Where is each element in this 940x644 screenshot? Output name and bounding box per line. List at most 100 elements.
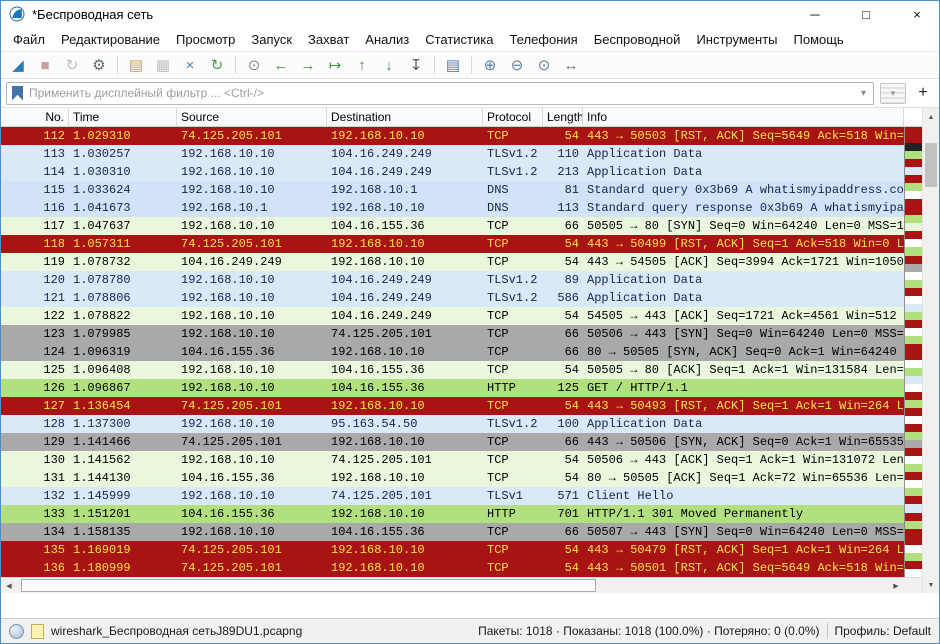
filter-dropdown-icon[interactable]: ▾ [859, 88, 868, 99]
scroll-right-button[interactable]: ▶ [888, 578, 904, 593]
restart-capture-button[interactable]: ↻ [59, 53, 85, 77]
colorize-button[interactable]: ▤ [440, 53, 466, 77]
packet-row[interactable]: 1311.144130104.16.155.36192.168.10.10TCP… [1, 469, 904, 487]
first-packet-button[interactable]: ↑ [349, 53, 375, 77]
menu-view[interactable]: Просмотр [168, 29, 243, 50]
close-file-button[interactable]: × [177, 53, 203, 77]
cell-source: 74.125.205.101 [177, 397, 327, 415]
packet-row[interactable]: 1131.030257192.168.10.10104.16.249.249TL… [1, 145, 904, 163]
start-capture-button[interactable]: ◢ [5, 53, 31, 77]
scroll-left-button[interactable]: ◀ [1, 578, 17, 593]
menu-wireless[interactable]: Беспроводной [586, 29, 689, 50]
cell-info: 443 → 50501 [RST, ACK] Seq=5649 Ack=518 … [583, 559, 904, 577]
auto-scroll-button[interactable]: ↧ [403, 53, 429, 77]
horizontal-scroll-thumb[interactable] [21, 579, 596, 592]
go-to-packet-icon: ↦ [329, 58, 342, 73]
column-header-destination[interactable]: Destination [327, 108, 483, 126]
expert-information-icon[interactable] [9, 624, 24, 639]
horizontal-scrollbar[interactable]: ◀ ▶ [1, 577, 904, 593]
vertical-scrollbar[interactable] [922, 127, 939, 577]
zoom-original-button[interactable]: ⊙ [531, 53, 557, 77]
scroll-down-button[interactable]: ▼ [922, 577, 939, 593]
open-file-button[interactable]: ▤ [123, 53, 149, 77]
filter-expression-button[interactable]: ▾ [880, 83, 906, 104]
packet-row[interactable]: 1271.13645474.125.205.101192.168.10.10TC… [1, 397, 904, 415]
reload-file-icon: ↻ [211, 58, 224, 73]
menu-help[interactable]: Помощь [786, 29, 852, 50]
add-filter-button[interactable]: + [912, 82, 934, 104]
packet-row[interactable]: 1171.047637192.168.10.10104.16.155.36TCP… [1, 217, 904, 235]
packet-row[interactable]: 1281.137300192.168.10.1095.163.54.50TLSv… [1, 415, 904, 433]
packet-row[interactable]: 1361.18099974.125.205.101192.168.10.10TC… [1, 559, 904, 577]
close-button[interactable]: × [895, 1, 939, 27]
packet-row[interactable]: 1151.033624192.168.10.10192.168.10.1DNS8… [1, 181, 904, 199]
menu-file[interactable]: Файл [5, 29, 53, 50]
reload-file-button[interactable]: ↻ [204, 53, 230, 77]
menu-telephony[interactable]: Телефония [501, 29, 585, 50]
cell-no: 117 [1, 217, 69, 235]
menu-tools[interactable]: Инструменты [688, 29, 785, 50]
packet-row[interactable]: 1241.096319104.16.155.36192.168.10.10TCP… [1, 343, 904, 361]
packet-row[interactable]: 1251.096408192.168.10.10104.16.155.36TCP… [1, 361, 904, 379]
stop-capture-button[interactable]: ■ [32, 53, 58, 77]
packet-list-header: No.TimeSourceDestinationProtocolLengthIn… [1, 108, 904, 127]
window-title: *Беспроводная сеть [32, 7, 153, 22]
cell-protocol: TCP [483, 127, 543, 145]
scroll-up-button[interactable]: ▲ [922, 108, 939, 127]
cell-source: 74.125.205.101 [177, 127, 327, 145]
cell-source: 192.168.10.10 [177, 379, 327, 397]
cell-protocol: TCP [483, 217, 543, 235]
packet-row[interactable]: 1201.078780192.168.10.10104.16.249.249TL… [1, 271, 904, 289]
packet-row[interactable]: 1291.14146674.125.205.101192.168.10.10TC… [1, 433, 904, 451]
column-header-length[interactable]: Length [543, 108, 583, 126]
display-filter-input[interactable] [29, 86, 853, 100]
column-header-source[interactable]: Source [177, 108, 327, 126]
column-header-no[interactable]: No. [1, 108, 69, 126]
zoom-in-button[interactable]: ⊕ [477, 53, 503, 77]
minimap-stripe [905, 272, 922, 280]
last-packet-button[interactable]: ↓ [376, 53, 402, 77]
packet-row[interactable]: 1231.079985192.168.10.1074.125.205.101TC… [1, 325, 904, 343]
go-to-packet-button[interactable]: ↦ [322, 53, 348, 77]
menu-analyze[interactable]: Анализ [357, 29, 417, 50]
column-header-info[interactable]: Info [583, 108, 904, 126]
menu-edit[interactable]: Редактирование [53, 29, 168, 50]
packet-row[interactable]: 1141.030310192.168.10.10104.16.249.249TL… [1, 163, 904, 181]
menu-go[interactable]: Запуск [243, 29, 300, 50]
horizontal-scroll-track[interactable] [17, 578, 888, 593]
minimap-stripe [905, 159, 922, 167]
display-filter-field[interactable]: ▾ [6, 82, 874, 105]
packet-row[interactable]: 1351.16901974.125.205.101192.168.10.10TC… [1, 541, 904, 559]
packet-row[interactable]: 1191.078732104.16.249.249192.168.10.10TC… [1, 253, 904, 271]
zoom-out-button[interactable]: ⊖ [504, 53, 530, 77]
packet-row[interactable]: 1221.078822192.168.10.10104.16.249.249TC… [1, 307, 904, 325]
resize-columns-button[interactable]: ↔ [558, 53, 584, 77]
filter-bookmark-icon[interactable] [12, 86, 23, 101]
packet-row[interactable]: 1211.078806192.168.10.10104.16.249.249TL… [1, 289, 904, 307]
menu-statistics[interactable]: Статистика [417, 29, 501, 50]
packet-row[interactable]: 1181.05731174.125.205.101192.168.10.10TC… [1, 235, 904, 253]
column-header-protocol[interactable]: Protocol [483, 108, 543, 126]
menu-capture[interactable]: Захват [300, 29, 357, 50]
packet-minimap[interactable] [904, 127, 922, 577]
packet-row[interactable]: 1161.041673192.168.10.1192.168.10.10DNS1… [1, 199, 904, 217]
minimap-stripe [905, 127, 922, 135]
packet-row[interactable]: 1121.02931074.125.205.101192.168.10.10TC… [1, 127, 904, 145]
find-packet-button[interactable]: ⊙ [241, 53, 267, 77]
capture-options-button[interactable]: ⚙ [86, 53, 112, 77]
profile-selector[interactable]: Профиль: Default [835, 624, 932, 638]
minimize-button[interactable]: ─ [793, 1, 837, 27]
packet-row[interactable]: 1341.158135192.168.10.10104.16.155.36TCP… [1, 523, 904, 541]
save-file-button[interactable]: ▦ [150, 53, 176, 77]
packet-row[interactable]: 1261.096867192.168.10.10104.16.155.36HTT… [1, 379, 904, 397]
maximize-button[interactable]: □ [844, 1, 888, 27]
packet-row[interactable]: 1321.145999192.168.10.1074.125.205.101TL… [1, 487, 904, 505]
previous-packet-button[interactable]: ← [268, 53, 294, 77]
column-header-time[interactable]: Time [69, 108, 177, 126]
packet-row[interactable]: 1301.141562192.168.10.1074.125.205.101TC… [1, 451, 904, 469]
packet-row[interactable]: 1331.151201104.16.155.36192.168.10.10HTT… [1, 505, 904, 523]
filter-bar: ▾ ▾ + [1, 79, 939, 108]
capture-file-properties-icon[interactable] [31, 624, 44, 639]
next-packet-button[interactable]: → [295, 53, 321, 77]
vertical-scroll-thumb[interactable] [925, 143, 937, 187]
